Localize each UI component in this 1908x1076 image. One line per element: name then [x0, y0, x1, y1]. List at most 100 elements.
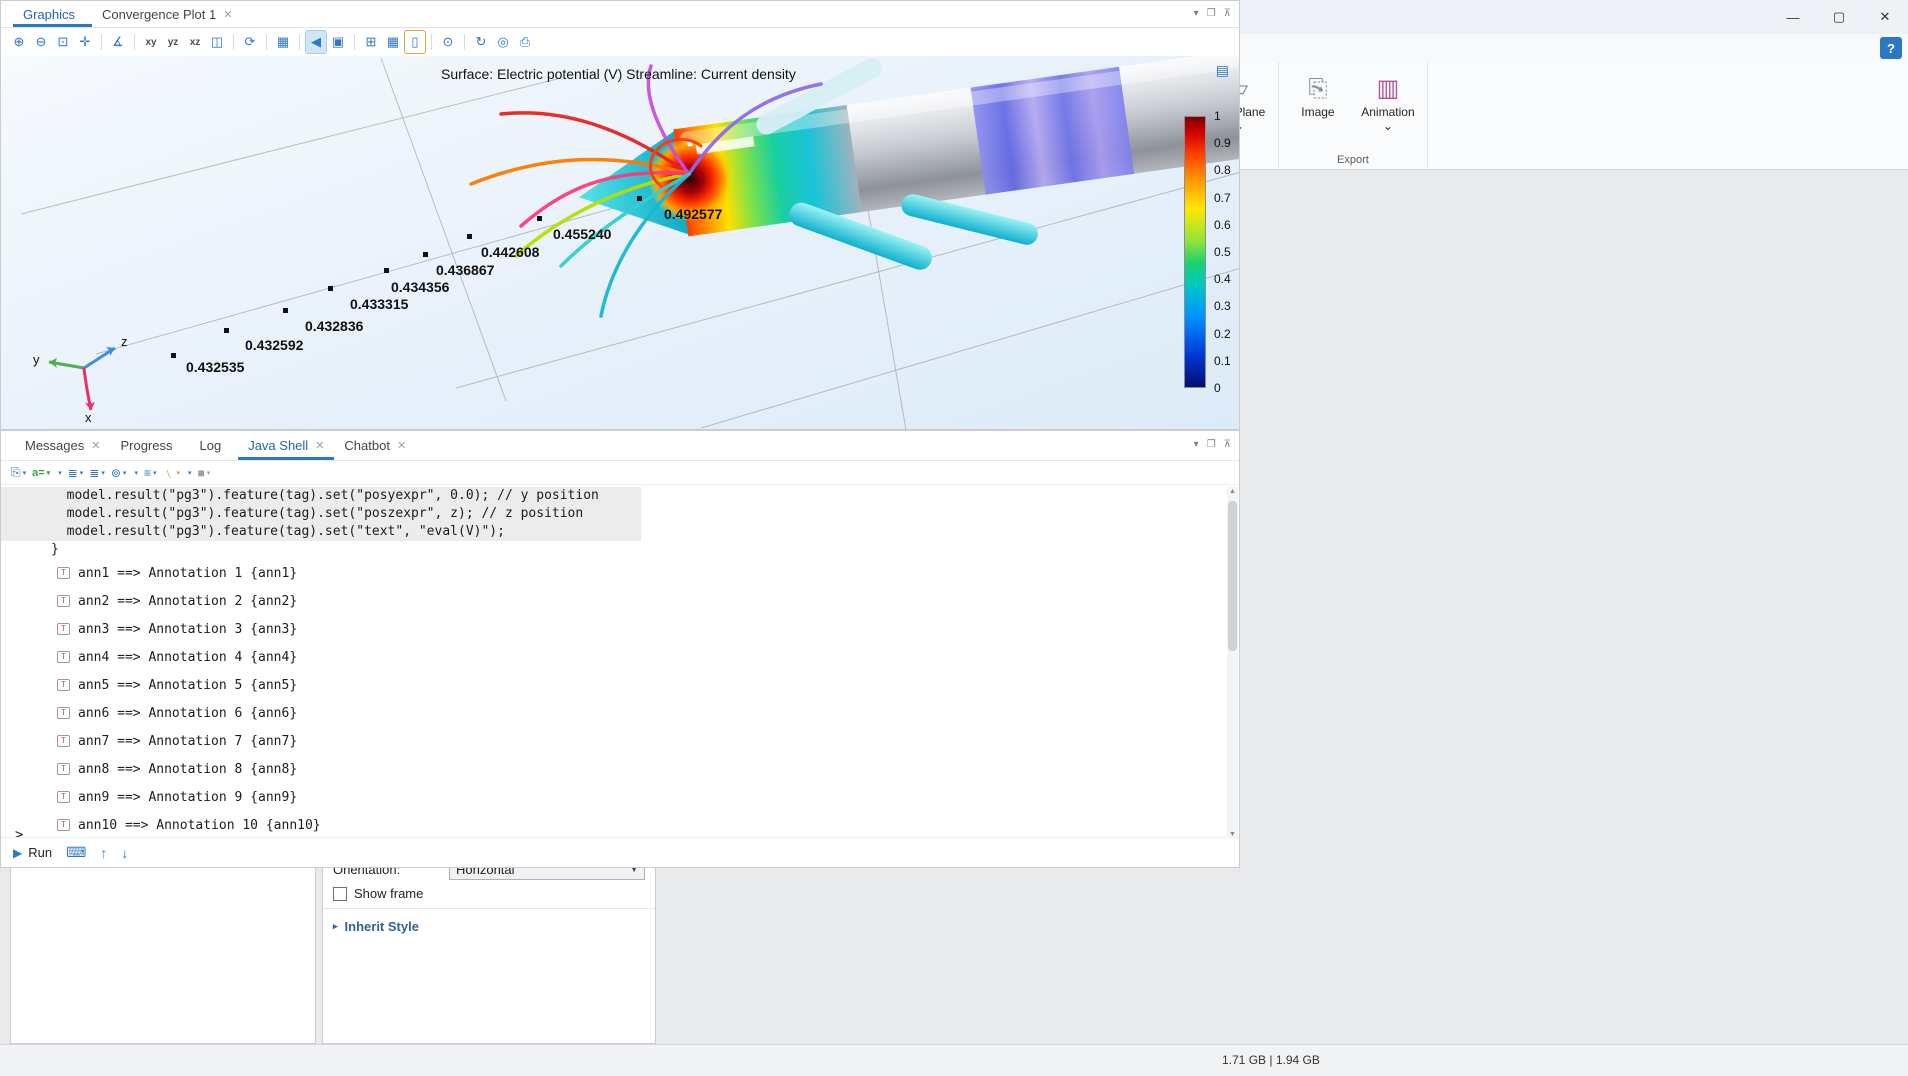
go-to-xy-view-icon[interactable]: xy▾ [141, 31, 161, 53]
colorbar-tick-label: 0.5 [1214, 245, 1231, 259]
show-hidden-icon[interactable]: ⊚▾ [111, 466, 127, 480]
checkbox-icon [333, 887, 347, 901]
colorbar [1184, 116, 1206, 388]
go-to-default-view-icon[interactable]: ∡▾ [108, 31, 128, 53]
close-button[interactable]: ✕ [1862, 0, 1908, 34]
console-tab[interactable]: Log [190, 431, 239, 460]
code-line: model.result("pg3").feature(tag).set("po… [1, 487, 641, 505]
code-line: } [1, 541, 1229, 559]
snapshot-icon[interactable]: ◎▾ [493, 31, 513, 53]
stop-icon[interactable]: ■▾ [198, 466, 211, 480]
go-to-yz-view-icon[interactable]: yz▾ [163, 31, 183, 53]
wrap-lines-icon[interactable]: ≡▾ [144, 466, 157, 480]
run-button[interactable]: ▶Run [13, 845, 52, 860]
keyboard-icon[interactable]: ⌨ [66, 844, 86, 861]
shell-result-line: T ann10 ==> Annotation 10 {ann10} [1, 811, 1229, 839]
annotation-icon: T [57, 567, 70, 579]
plot-properties-icon[interactable]: ▤ [1216, 62, 1229, 79]
graphics-settings-icon[interactable]: ⊙▾ [438, 31, 458, 53]
maximize-button[interactable]: ▢ [1816, 0, 1862, 34]
close-icon[interactable]: ✕ [91, 439, 100, 452]
sound-icon[interactable]: ◀▾ [306, 31, 326, 53]
animation-button[interactable]: ▥ Animation ⌄ [1355, 66, 1421, 150]
show-expressions-icon[interactable]: a=▾ [32, 467, 50, 479]
plot-canvas[interactable]: Surface: Electric potential (V) Streamli… [0, 56, 1240, 430]
annotation-point [328, 286, 333, 291]
graphics-tab[interactable]: Convergence Plot 1✕ [92, 1, 242, 27]
console-toolbar: ⎘▾ a=▾ ▾ ≣▾ ≣▾ ⊚▾ ▾ ≡▾ ﹨▾ ▾ ■▾ [1, 461, 1239, 485]
colorbar-tick-label: 0.9 [1214, 136, 1231, 150]
console-tab[interactable]: Progress [110, 431, 189, 460]
shell-result-line: T ann2 ==> Annotation 2 {ann2} [1, 587, 1229, 615]
plot-settings-icon[interactable]: ▦▾ [273, 31, 293, 53]
shell-result-line: T ann7 ==> Annotation 7 {ann7} [1, 727, 1229, 755]
view-menu-icon[interactable]: ▣▾ [328, 31, 348, 53]
panel-menu-icon[interactable]: ▾ [1194, 439, 1199, 450]
graphics-tab-bar: Graphics Convergence Plot 1✕ ▾ ❐ ⊼ [0, 0, 1240, 28]
image-button[interactable]: ⎘ Image [1285, 66, 1351, 150]
grid-toggle-icon[interactable]: ⊞▾ [361, 31, 381, 53]
annotation-value: 0.433315 [350, 296, 408, 312]
shell-result-line: T ann8 ==> Annotation 8 {ann8} [1, 755, 1229, 783]
annotation-icon: T [57, 679, 70, 691]
memory-usage: 1.71 GB | 1.94 GB [1222, 1053, 1320, 1067]
update-plot-icon[interactable]: ↻▾ [471, 31, 491, 53]
console-scrollbar[interactable]: ▲▼ [1227, 487, 1238, 839]
scene-light-icon[interactable]: ◫▾ [207, 31, 227, 53]
table-toggle-icon[interactable]: ▦▾ [383, 31, 403, 53]
zoom-in-icon[interactable]: ⊕▾ [9, 31, 29, 53]
annotation-icon: T [57, 651, 70, 663]
console-tab[interactable]: Java Shell✕ [238, 431, 334, 460]
panel-float-icon[interactable]: ❐ [1207, 439, 1216, 450]
console-panel: Messages✕ Progress Log Java Shell✕ Chatb… [0, 430, 1240, 868]
ruler-toggle-icon[interactable]: ▯▾ [405, 31, 425, 53]
colorbar-tick-label: 0.3 [1214, 299, 1231, 313]
zoom-extents-icon[interactable]: ✛▾ [75, 31, 95, 53]
annotation-point [283, 308, 288, 313]
plot-title: Surface: Electric potential (V) Streamli… [441, 66, 796, 82]
annotation-icon: T [57, 763, 70, 775]
zoom-box-icon[interactable]: ⊡▾ [53, 31, 73, 53]
history-up-icon[interactable]: ↑ [100, 845, 107, 861]
panel-pin-icon[interactable]: ⊼ [1224, 439, 1231, 450]
annotation-icon: T [57, 595, 70, 607]
zoom-out-icon[interactable]: ⊖▾ [31, 31, 51, 53]
help-button[interactable]: ? [1880, 37, 1902, 59]
annotation-icon: T [57, 623, 70, 635]
close-icon[interactable]: ✕ [223, 8, 232, 21]
history-down-icon[interactable]: ↓ [121, 845, 128, 861]
graphics-tab[interactable]: Graphics [13, 1, 92, 27]
annotation-point [171, 353, 176, 358]
section-inherit-style[interactable]: ▸Inherit Style [323, 913, 655, 938]
panel-menu-icon[interactable]: ▾ [1194, 8, 1199, 19]
close-icon[interactable]: ✕ [397, 439, 406, 452]
clear-shell-icon[interactable]: ﹨▾ [162, 464, 180, 481]
indent-more-icon[interactable]: ≣▾ [68, 466, 84, 480]
shell-result-line: T ann6 ==> Annotation 6 {ann6} [1, 699, 1229, 727]
shell-result-line: T ann3 ==> Annotation 3 {ann3} [1, 615, 1229, 643]
copy-shell-icon[interactable]: ⎘▾ [11, 465, 26, 480]
close-icon[interactable]: ✕ [315, 439, 324, 452]
show-frame-checkbox[interactable]: Show frame [323, 883, 655, 904]
panel-float-icon[interactable]: ❐ [1207, 8, 1216, 19]
go-to-xz-view-icon[interactable]: xz▾ [185, 31, 205, 53]
shell-result-line: T ann1 ==> Annotation 1 {ann1} [1, 559, 1229, 587]
export-icon: ⎘ [1308, 72, 1327, 106]
annotation-value: 0.436867 [436, 262, 494, 278]
indent-less-icon[interactable]: ≣▾ [89, 466, 105, 480]
minimize-button[interactable]: — [1770, 0, 1816, 34]
console-tab[interactable]: Messages✕ [15, 431, 110, 460]
print-icon[interactable]: ⎙▾ [515, 31, 535, 53]
rotate-icon[interactable]: ⟳▾ [240, 31, 260, 53]
console-tab-bar: Messages✕ Progress Log Java Shell✕ Chatb… [1, 431, 1239, 461]
annotation-value: 0.455240 [553, 226, 611, 242]
console-tab[interactable]: Chatbot✕ [334, 431, 416, 460]
shell-result-line: T ann9 ==> Annotation 9 {ann9} [1, 783, 1229, 811]
colorbar-tick-label: 0.8 [1214, 163, 1231, 177]
panel-pin-icon[interactable]: ⊼ [1224, 8, 1231, 19]
shell-output[interactable]: model.result("pg3").feature(tag).set("po… [1, 487, 1229, 839]
annotation-point [467, 234, 472, 239]
colorbar-tick-label: 1 [1214, 109, 1221, 123]
colorbar-tick-label: 0.7 [1214, 191, 1231, 205]
code-line: model.result("pg3").feature(tag).set("po… [1, 505, 641, 523]
